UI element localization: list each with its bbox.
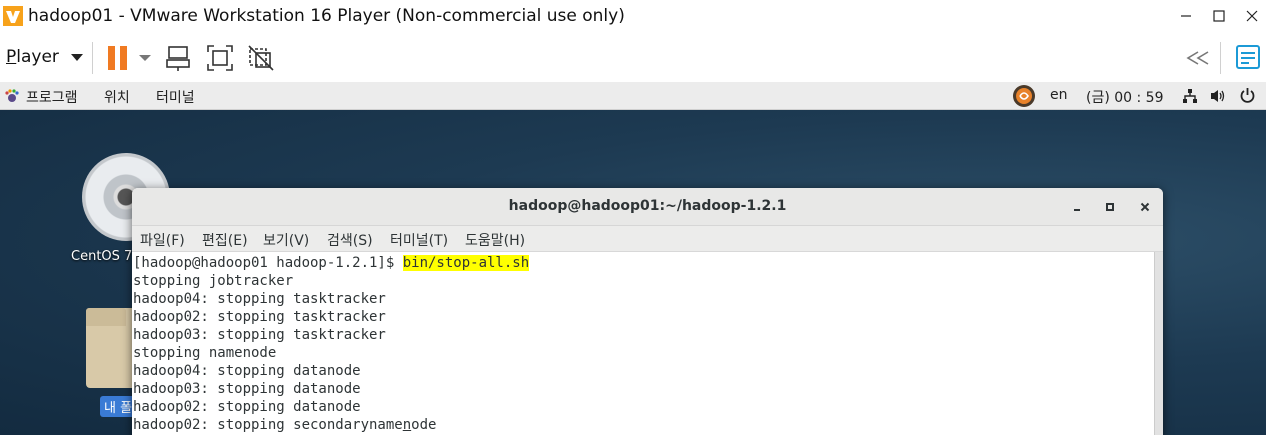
- close-button[interactable]: [1237, 4, 1266, 28]
- cd-drive-label[interactable]: CentOS 7: [71, 249, 132, 264]
- notes-icon[interactable]: [1234, 43, 1262, 73]
- terminal-command: bin/stop-all.sh: [402, 255, 530, 271]
- vm-window-title: hadoop01 - VMware Workstation 16 Player …: [28, 6, 625, 26]
- chevron-down-icon: [70, 53, 83, 61]
- close-icon: [1140, 202, 1150, 212]
- player-menu-mnemonic: P: [6, 47, 17, 67]
- terminal-line: hadoop04: stopping datanode: [133, 363, 361, 379]
- terminal-line: hadoop02: stopping tasktracker: [133, 309, 386, 325]
- terminal-prompt: [hadoop@hadoop01 hadoop-1.2.1]$: [133, 255, 403, 271]
- collapse-icon[interactable]: [1184, 43, 1212, 73]
- terminal-line: hadoop03: stopping tasktracker: [133, 327, 386, 343]
- terminal-scrollbar[interactable]: [1154, 252, 1163, 435]
- terminal-line-part: hadoop02: stopping secondaryname: [133, 417, 403, 433]
- home-folder-label[interactable]: 내 폴: [100, 396, 137, 417]
- minimize-icon: [1181, 15, 1191, 17]
- terminal-line-part: ode: [411, 417, 437, 433]
- network-icon[interactable]: [1182, 88, 1198, 104]
- toolbar-divider: [1220, 42, 1221, 74]
- player-menu-label: layer: [16, 47, 59, 67]
- minimize-icon: [1074, 209, 1080, 211]
- terminal-line: hadoop03: stopping datanode: [133, 381, 361, 397]
- minimize-button[interactable]: [1171, 4, 1201, 28]
- send-ctrl-alt-del-icon[interactable]: [164, 43, 194, 73]
- input-method-icon[interactable]: [1012, 84, 1036, 108]
- close-icon: [1246, 10, 1258, 22]
- terminal-output[interactable]: [hadoop@hadoop01 hadoop-1.2.1]$ bin/stop…: [132, 252, 1154, 435]
- maximize-button[interactable]: [1204, 4, 1234, 28]
- maximize-icon: [1213, 10, 1225, 22]
- places-menu[interactable]: 위치: [104, 87, 130, 107]
- terminal-window: hadoop@hadoop01:~/hadoop-1.2.1 파일(F) 편집(…: [132, 188, 1163, 435]
- gnome-top-panel: 프로그램 위치 터미널 en (금) 00 : 59: [0, 82, 1266, 110]
- pause-icon[interactable]: [104, 43, 132, 73]
- text-cursor: n: [402, 417, 412, 433]
- terminal-line: stopping jobtracker: [133, 273, 294, 289]
- pause-dropdown-icon[interactable]: [136, 43, 154, 73]
- terminal-prompt-line: [hadoop@hadoop01 hadoop-1.2.1]$ bin/stop…: [133, 254, 530, 272]
- terminal-line: hadoop02: stopping datanode: [133, 399, 361, 415]
- menu-search[interactable]: 검색(S): [327, 230, 373, 250]
- maximize-icon: [1106, 203, 1114, 211]
- folder-tab-icon: [86, 308, 126, 326]
- menu-edit[interactable]: 편집(E): [202, 230, 248, 250]
- terminal-title: hadoop@hadoop01:~/hadoop-1.2.1: [508, 198, 787, 214]
- menu-view[interactable]: 보기(V): [263, 230, 309, 250]
- vm-toolbar: Player: [0, 34, 1266, 82]
- applications-menu[interactable]: 프로그램: [26, 87, 78, 107]
- player-menu[interactable]: Player: [6, 47, 83, 67]
- clock[interactable]: (금) 00 : 59: [1086, 87, 1164, 107]
- volume-icon[interactable]: [1209, 88, 1227, 104]
- vm-titlebar: hadoop01 - VMware Workstation 16 Player …: [0, 0, 1266, 34]
- keyboard-layout-indicator[interactable]: en: [1050, 87, 1068, 103]
- vmware-logo-icon: [3, 6, 23, 26]
- terminal-maximize-button[interactable]: [1100, 197, 1120, 217]
- terminal-line: hadoop04: stopping tasktracker: [133, 291, 386, 307]
- terminal-line-last: hadoop02: stopping secondarynamenode: [133, 416, 436, 434]
- gnome-foot-icon: [5, 89, 19, 102]
- terminal-menubar: 파일(F) 편집(E) 보기(V) 검색(S) 터미널(T) 도움말(H): [132, 226, 1163, 252]
- power-icon[interactable]: [1239, 87, 1256, 104]
- terminal-close-button[interactable]: [1135, 197, 1155, 217]
- menu-file[interactable]: 파일(F): [140, 230, 185, 250]
- terminal-headerbar[interactable]: hadoop@hadoop01:~/hadoop-1.2.1: [132, 188, 1163, 226]
- terminal-app-menu[interactable]: 터미널: [156, 87, 195, 107]
- menu-help[interactable]: 도움말(H): [465, 230, 525, 250]
- terminal-line: stopping namenode: [133, 345, 277, 361]
- fullscreen-icon[interactable]: [205, 43, 235, 73]
- terminal-minimize-button[interactable]: [1067, 197, 1087, 217]
- unity-icon[interactable]: [246, 43, 276, 73]
- menu-terminal[interactable]: 터미널(T): [390, 230, 448, 250]
- toolbar-divider: [92, 42, 93, 74]
